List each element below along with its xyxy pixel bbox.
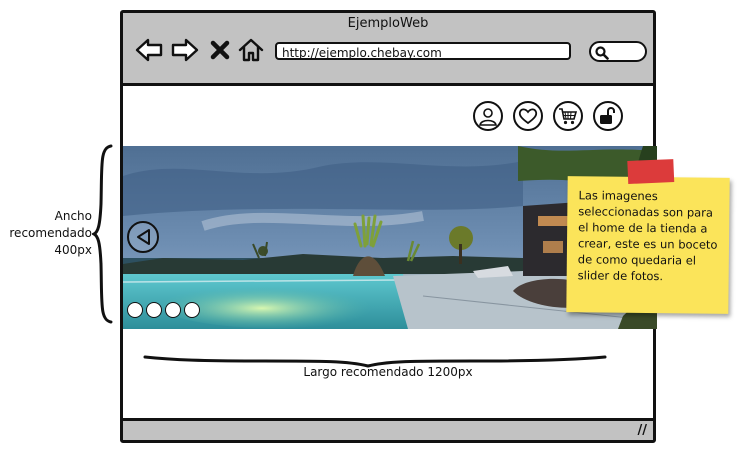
cart-icon bbox=[559, 108, 578, 125]
login-button[interactable] bbox=[593, 101, 623, 131]
home-icon[interactable] bbox=[237, 38, 265, 62]
height-label-line: 400px bbox=[54, 243, 92, 257]
status-bar: // bbox=[123, 418, 653, 440]
window-title: EjemploWeb bbox=[347, 16, 429, 31]
browser-toolbar: EjemploWeb http://ejemplo.chebay.com bbox=[123, 13, 653, 86]
user-icon bbox=[479, 108, 497, 126]
back-arrow-icon[interactable] bbox=[135, 38, 163, 62]
width-label: Largo recomendado 1200px bbox=[303, 365, 473, 379]
sticky-note-text: Las imagenes seleccionadas son para el h… bbox=[577, 188, 718, 284]
favorites-button[interactable] bbox=[513, 101, 543, 131]
slide-dot[interactable] bbox=[165, 302, 181, 318]
unlock-icon bbox=[600, 107, 615, 124]
sticky-note: Las imagenes seleccionadas son para el h… bbox=[566, 159, 730, 314]
height-label-line: recomendado bbox=[9, 226, 92, 240]
play-left-icon bbox=[137, 229, 150, 245]
height-label-line: Ancho bbox=[54, 209, 92, 223]
cart-button[interactable] bbox=[553, 101, 583, 131]
slide-dot[interactable] bbox=[146, 302, 162, 318]
tape-strip bbox=[627, 159, 675, 184]
slide-indicators bbox=[127, 302, 200, 318]
height-annotation: Ancho recomendado 400px bbox=[0, 208, 92, 259]
close-x-icon[interactable] bbox=[209, 38, 231, 62]
address-bar[interactable]: http://ejemplo.chebay.com bbox=[275, 42, 571, 60]
slide-dot[interactable] bbox=[184, 302, 200, 318]
search-icon bbox=[595, 46, 609, 60]
resize-grip-icon[interactable]: // bbox=[638, 423, 648, 438]
height-brace bbox=[92, 144, 113, 324]
forward-arrow-icon[interactable] bbox=[171, 38, 199, 62]
search-field[interactable] bbox=[589, 41, 647, 62]
prev-slide-button[interactable] bbox=[127, 221, 159, 253]
slide-dot[interactable] bbox=[127, 302, 143, 318]
user-account-button[interactable] bbox=[473, 101, 503, 131]
heart-icon bbox=[518, 108, 538, 125]
